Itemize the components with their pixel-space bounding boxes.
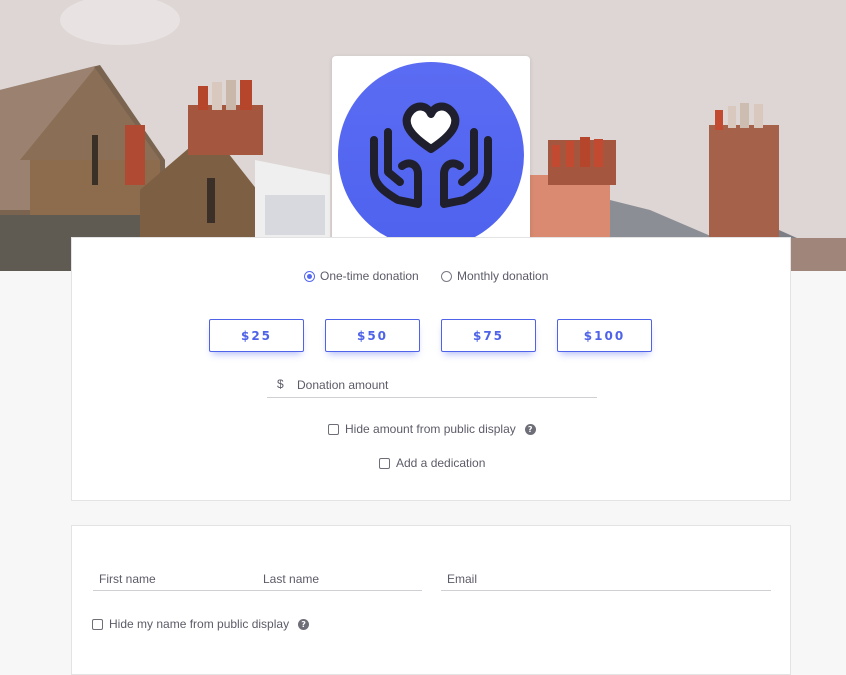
email-field [441, 566, 771, 591]
first-name-input[interactable] [99, 570, 251, 588]
donation-amount-input[interactable] [297, 375, 587, 395]
email-input[interactable] [447, 570, 769, 588]
amount-button-50[interactable]: $50 [325, 319, 420, 352]
add-dedication-checkbox[interactable] [379, 457, 390, 469]
hide-name-checkbox[interactable] [92, 618, 103, 630]
one-time-donation-option[interactable]: One-time donation [304, 269, 419, 283]
donor-info-card: Hide my name from public display ? [71, 525, 791, 675]
hands-heart-icon [338, 62, 524, 248]
hide-amount-label: Hide amount from public display [345, 422, 516, 436]
amount-button-100[interactable]: $100 [557, 319, 652, 352]
hide-amount-option[interactable]: Hide amount from public display ? [328, 422, 536, 436]
hide-amount-checkbox[interactable] [328, 423, 339, 435]
amount-button-25[interactable]: $25 [209, 319, 304, 352]
donation-amount-field: $ [267, 375, 597, 398]
currency-symbol: $ [277, 377, 284, 391]
radio-unselected-icon[interactable] [441, 270, 452, 282]
radio-selected-icon[interactable] [304, 270, 315, 282]
one-time-donation-label: One-time donation [320, 269, 419, 283]
amount-button-75[interactable]: $75 [441, 319, 536, 352]
help-icon[interactable]: ? [524, 423, 536, 435]
help-icon[interactable]: ? [298, 618, 310, 630]
organization-logo [332, 56, 530, 254]
name-fields-underline [93, 590, 422, 591]
donation-amount-card: One-time donation Monthly donation $25 $… [71, 237, 791, 501]
monthly-donation-option[interactable]: Monthly donation [441, 269, 548, 283]
hide-name-option[interactable]: Hide my name from public display ? [92, 617, 310, 631]
monthly-donation-label: Monthly donation [457, 269, 549, 283]
add-dedication-option[interactable]: Add a dedication [379, 456, 485, 470]
last-name-field [257, 566, 422, 591]
last-name-input[interactable] [263, 570, 420, 588]
first-name-field [93, 566, 253, 591]
add-dedication-label: Add a dedication [396, 456, 486, 470]
hide-name-label: Hide my name from public display [109, 617, 290, 631]
